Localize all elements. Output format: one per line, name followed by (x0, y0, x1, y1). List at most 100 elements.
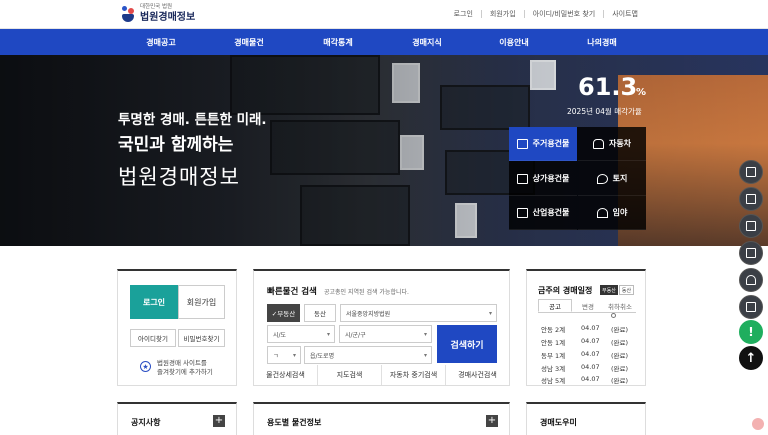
usage-more-button[interactable]: + (486, 415, 498, 427)
stamp-icon (746, 275, 756, 285)
nav-auction-notice[interactable]: 경매공고 (146, 37, 175, 48)
quick-book-button[interactable] (739, 241, 763, 265)
schedule-row[interactable]: 안동 2계 04.07 (완료) (541, 324, 636, 336)
add-favorite-link[interactable]: ★ 법원경매 사이트를 즐겨찾기에 추가하기 (140, 359, 213, 378)
document-icon (746, 194, 756, 204)
tab-change[interactable]: 변경 (572, 299, 604, 312)
mascot-icon[interactable] (752, 418, 764, 430)
site-logo[interactable]: 대한민국 법원 법원경매정보 (120, 3, 195, 25)
alert-button[interactable]: ! (739, 320, 763, 344)
arrow-up-icon: ↑ (745, 350, 757, 366)
quick-edit-button[interactable] (739, 295, 763, 319)
mouse-cursor (611, 313, 616, 318)
search-button[interactable]: 검색하기 (437, 325, 497, 363)
sale-rate-caption: 2025년 04월 매각가율 (567, 107, 642, 116)
chevron-down-icon: ▾ (423, 331, 427, 338)
notice-title: 공지사항 (131, 418, 161, 427)
quick-document-button[interactable] (739, 187, 763, 211)
schedule-movable-toggle[interactable]: 동산 (619, 285, 634, 295)
signup-link[interactable]: 회원가입 (482, 9, 524, 19)
nav-sale-stats[interactable]: 매각통계 (323, 37, 352, 48)
hero-title: 법원경매정보 (118, 165, 240, 189)
nav-auction-items[interactable]: 경매물건 (234, 37, 263, 48)
calculator-icon (746, 167, 756, 177)
court-emblem-icon (120, 5, 136, 23)
tab-withdrawal[interactable]: 취하취소 (604, 299, 636, 312)
login-panel: 로그인 회원가입 아이디찾기 비밀번호찾기 ★ 법원경매 사이트를 즐겨찾기에 … (117, 269, 237, 386)
nav-usage-guide[interactable]: 이용안내 (499, 37, 528, 48)
scroll-top-button[interactable]: ↑ (739, 346, 763, 370)
quick-search-panel: 빠른물건 검색 공고총인 지역된 검색 가능합니다. ✓부동산 동산 서울중앙지… (253, 269, 510, 386)
chevron-down-icon: ▾ (488, 310, 492, 317)
category-grid: 주거용건물 자동차 상가용건물 토지 산업용건물 임야 (509, 127, 646, 230)
top-bar: 대한민국 법원 법원경매정보 로그인 회원가입 아이디/비밀번호 찾기 사이트맵 (0, 0, 768, 29)
quick-monitor-button[interactable] (739, 214, 763, 238)
road-name-select[interactable]: 읍/도로명 ▾ (304, 346, 432, 364)
usage-title: 용도별 물건정보 (267, 418, 322, 427)
schedule-real-estate-toggle[interactable]: 부동산 (600, 285, 618, 295)
nav-auction-knowledge[interactable]: 경매지식 (412, 37, 441, 48)
court-select[interactable]: 서울중앙지방법원 ▾ (340, 304, 497, 322)
sigungu-select[interactable]: 시/군/구 ▾ (339, 325, 432, 343)
utility-nav: 로그인 회원가입 아이디/비밀번호 찾기 사이트맵 (446, 9, 646, 19)
chevron-down-icon: ▾ (423, 352, 427, 359)
schedule-row[interactable]: 성남 5계 04.07 (완료) (541, 375, 636, 387)
sido-select[interactable]: 시/도 ▾ (267, 325, 335, 343)
quick-stamp-button[interactable] (739, 268, 763, 292)
real-estate-tab[interactable]: ✓부동산 (267, 304, 300, 322)
book-icon (746, 248, 756, 258)
car-icon (592, 138, 604, 149)
find-account-link[interactable]: 아이디/비밀번호 찾기 (525, 9, 604, 19)
notice-panel: 공지사항 + (117, 402, 237, 435)
chevron-down-icon: ▾ (326, 331, 330, 338)
initial-select[interactable]: ㄱ ▾ (267, 346, 301, 364)
category-commercial[interactable]: 상가용건물 (509, 162, 577, 196)
forest-icon (596, 207, 608, 218)
hero-banner: 투명한 경매. 튼튼한 미래. 국민과 함께하는 법원경매정보 61.3 % 2… (0, 55, 768, 246)
login-link[interactable]: 로그인 (446, 9, 481, 19)
logo-title: 법원경매정보 (140, 11, 196, 23)
house-icon (516, 138, 528, 149)
category-industrial[interactable]: 산업용건물 (509, 196, 577, 230)
store-icon (516, 173, 528, 184)
chevron-down-icon: ▾ (292, 352, 296, 359)
find-password-button[interactable]: 비밀번호찾기 (178, 329, 225, 347)
tab-notice[interactable]: 공고 (538, 299, 572, 312)
category-vehicle[interactable]: 자동차 (578, 127, 646, 161)
edit-icon (746, 302, 756, 312)
nav-my-auction[interactable]: 나의경매 (587, 37, 616, 48)
category-forest[interactable]: 임야 (578, 196, 646, 230)
movable-tab[interactable]: 동산 (304, 304, 336, 322)
hero-slogan: 투명한 경매. 튼튼한 미래. (118, 112, 267, 128)
login-button[interactable]: 로그인 (130, 285, 178, 319)
factory-icon (516, 207, 528, 218)
schedule-row[interactable]: 동부 1계 04.07 (완료) (541, 350, 636, 362)
detail-search-link[interactable]: 물건상세검색 (254, 365, 318, 385)
sale-rate-value: 61.3 (578, 73, 638, 101)
alert-icon: ! (748, 325, 754, 339)
category-residential[interactable]: 주거용건물 (509, 127, 577, 161)
schedule-row[interactable]: 안동 1계 04.07 (완료) (541, 337, 636, 349)
weekly-schedule-panel: 금주의 경매일정 부동산 동산 공고 변경 취하취소 안동 2계 04.07 (완료… (526, 269, 646, 386)
case-search-link[interactable]: 경매사건검색 (446, 365, 509, 385)
find-id-button[interactable]: 아이디찾기 (130, 329, 176, 347)
hero-headline: 국민과 함께하는 (118, 135, 234, 155)
monitor-icon (746, 221, 756, 231)
signup-button[interactable]: 회원가입 (178, 285, 225, 319)
sitemap-link[interactable]: 사이트맵 (604, 9, 646, 19)
sale-rate-unit: % (636, 87, 647, 98)
quick-calculator-button[interactable] (739, 160, 763, 184)
search-links: 물건상세검색 지도검색 자동차 중기검색 경매사건검색 (254, 365, 509, 385)
schedule-row[interactable]: 성남 3계 04.07 (완료) (541, 363, 636, 375)
quick-search-desc: 공고총인 지역된 검색 가능합니다. (324, 289, 409, 296)
schedule-tabs: 공고 변경 취하취소 (538, 299, 636, 313)
schedule-title: 금주의 경매일정 (538, 286, 593, 295)
map-search-link[interactable]: 지도검색 (318, 365, 382, 385)
category-land[interactable]: 토지 (578, 162, 646, 196)
vehicle-search-link[interactable]: 자동차 중기검색 (382, 365, 446, 385)
land-pin-icon (596, 173, 608, 184)
main-nav: 경매공고 경매물건 매각통계 경매지식 이용안내 나의경매 (0, 29, 768, 55)
quick-search-title: 빠른물건 검색 (267, 287, 317, 297)
help-title: 경매도우미 (540, 418, 577, 427)
notice-more-button[interactable]: + (213, 415, 225, 427)
